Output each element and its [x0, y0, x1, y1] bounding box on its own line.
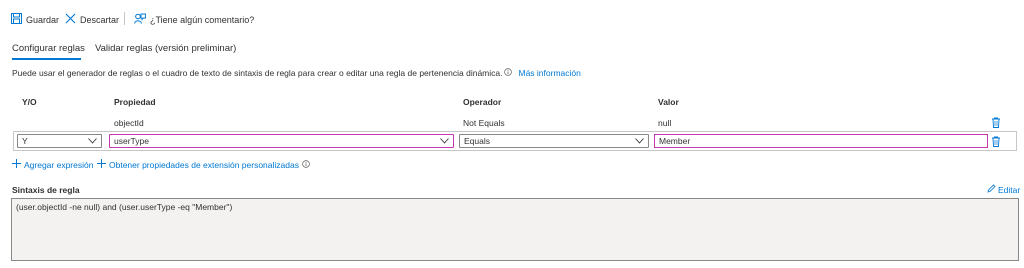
andor-select[interactable]: Y: [17, 134, 102, 148]
row1-value: null: [658, 118, 672, 128]
discard-button[interactable]: Descartar: [65, 13, 119, 26]
edit-syntax-button[interactable]: Editar: [987, 184, 1020, 195]
get-extension-properties-button[interactable]: Obtener propiedades de extensión persona…: [97, 159, 310, 170]
edit-label: Editar: [998, 184, 1021, 195]
save-button[interactable]: Guardar: [11, 13, 59, 26]
feedback-button[interactable]: ¿Tiene algún comentario?: [134, 13, 254, 26]
value-input[interactable]: Member: [654, 134, 988, 148]
rule-syntax-title: Sintaxis de regla: [12, 185, 80, 195]
operator-select-value: Equals: [464, 136, 490, 146]
column-header-property: Propiedad: [114, 97, 156, 107]
chevron-down-icon: [440, 136, 449, 146]
save-icon: [11, 13, 22, 26]
description-text: Puede usar el generador de reglas o el c…: [12, 68, 503, 78]
chevron-down-icon: [88, 136, 97, 146]
more-info-link[interactable]: Más información: [518, 68, 580, 78]
column-header-andor: Y/O: [22, 97, 37, 107]
column-header-operator: Operador: [463, 97, 502, 107]
add-expression-button[interactable]: Agregar expresión: [12, 159, 93, 170]
property-select-value: userType: [114, 136, 149, 146]
delete-row2-icon[interactable]: [991, 136, 1001, 147]
property-select[interactable]: userType: [109, 134, 454, 148]
rule-syntax-textarea[interactable]: (user.objectId -ne null) and (user.userT…: [11, 198, 1019, 261]
tab-validate-rules[interactable]: Validar reglas (versión preliminar): [95, 43, 236, 54]
add-expression-label: Agregar expresión: [24, 159, 94, 170]
row1-property: objectId: [114, 118, 144, 128]
toolbar-divider: [124, 12, 125, 25]
discard-label: Descartar: [80, 14, 120, 25]
info-icon: [504, 68, 513, 78]
info-icon: [302, 159, 310, 170]
feedback-icon: [134, 13, 146, 26]
active-tab-indicator: [12, 58, 81, 60]
save-label: Guardar: [26, 14, 60, 25]
row1-operator: Not Equals: [463, 118, 505, 128]
plus-icon: [12, 159, 21, 170]
delete-row1-icon[interactable]: [991, 117, 1001, 128]
plus-icon: [97, 159, 106, 170]
get-extension-properties-label: Obtener propiedades de extensión persona…: [109, 159, 299, 170]
chevron-down-icon: [635, 136, 644, 146]
column-header-value: Valor: [658, 97, 679, 107]
pencil-icon: [987, 184, 996, 195]
close-icon: [65, 13, 76, 26]
feedback-label: ¿Tiene algún comentario?: [150, 14, 255, 25]
tab-configure-rules[interactable]: Configurar reglas: [12, 43, 85, 54]
description-line: Puede usar el generador de reglas o el c…: [12, 68, 581, 78]
operator-select[interactable]: Equals: [459, 134, 649, 148]
andor-select-value: Y: [22, 136, 28, 146]
